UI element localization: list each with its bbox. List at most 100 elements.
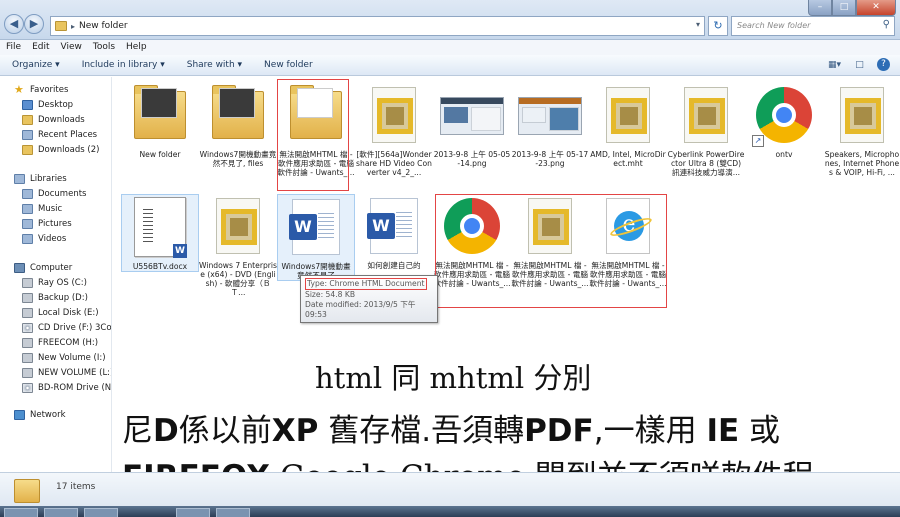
nav-label: Documents [38, 189, 87, 199]
file-item[interactable]: ↗ ontv [745, 83, 823, 159]
caption-line-2: 尼D係以前XP 舊存檔.吾須轉PDF,一樣用 IE 或 [122, 405, 780, 450]
nav-item-drive-d[interactable]: Backup (D:) [22, 291, 88, 305]
hard-drive-icon [22, 293, 33, 303]
highlight-box [435, 194, 667, 308]
file-item[interactable]: W Windows7開機動畫竟然不見了 [277, 194, 355, 281]
menu-file[interactable]: File [6, 40, 21, 55]
nav-item-documents[interactable]: Documents [22, 187, 86, 201]
search-icon[interactable]: ⚲ [883, 19, 890, 30]
forward-button[interactable]: ▶ [24, 14, 44, 34]
hard-drive-icon [22, 308, 33, 318]
file-item[interactable]: 2013-9-8 上午 05-17-23.png [511, 83, 589, 168]
nav-item-drive-i[interactable]: New Volume (I:) [22, 351, 106, 365]
caption-part: 舊存檔.吾須轉 [318, 413, 525, 449]
file-name: 如何創建自己的 [367, 261, 421, 270]
close-button[interactable]: ✕ [856, 0, 896, 16]
file-name: New folder [139, 150, 181, 159]
nav-item-drive-c[interactable]: Ray OS (C:) [22, 276, 87, 290]
address-bar[interactable]: ▸ New folder ▾ [50, 16, 705, 36]
file-item[interactable]: W U556BTv.docx [121, 194, 199, 272]
file-name: Windows 7 Enterprise (x64) - DVD (Englis… [199, 261, 277, 297]
hard-drive-icon [22, 278, 33, 288]
nav-label: NEW VOLUME (L:) [38, 368, 112, 378]
nav-item-drive-f[interactable]: CD Drive (F:) 3Conne [22, 321, 112, 335]
breadcrumb-current[interactable]: New folder [79, 21, 128, 31]
taskbar-button[interactable] [84, 508, 118, 517]
taskbar-button[interactable] [44, 508, 78, 517]
word-html-icon: W [367, 198, 418, 254]
nav-label: New Volume (I:) [38, 353, 106, 363]
file-name: Cyberlink PowerDirector Ultra 8 (雙CD) 訊連… [667, 150, 745, 177]
file-item[interactable]: Speakers, Microphones, Internet Phones &… [823, 83, 900, 177]
nav-item-pictures[interactable]: Pictures [22, 217, 72, 231]
cd-drive-icon [22, 323, 33, 333]
nav-label: Desktop [38, 100, 74, 110]
libraries-icon [14, 174, 25, 184]
back-button[interactable]: ◀ [4, 14, 24, 34]
nav-label: Ray OS (C:) [38, 278, 87, 288]
nav-item-drive-n[interactable]: BD-ROM Drive (N:) I [22, 381, 111, 395]
share-with-button[interactable]: Share with ▾ [187, 55, 242, 75]
nav-label: Local Disk (E:) [38, 308, 99, 318]
details-pane: 17 items [0, 472, 900, 506]
search-placeholder: Search New folder [737, 21, 811, 30]
folder-icon [212, 85, 264, 139]
new-folder-button[interactable]: New folder [264, 55, 313, 75]
nav-computer[interactable]: Computer [14, 261, 72, 275]
file-item[interactable]: Windows 7 Enterprise (x64) - DVD (Englis… [199, 194, 277, 297]
taskbar-button[interactable] [4, 508, 38, 517]
file-item[interactable]: 2013-9-8 上午 05-05-14.png [433, 83, 511, 168]
nav-item-videos[interactable]: Videos [22, 232, 66, 246]
nav-item-recent-places[interactable]: Recent Places [22, 128, 97, 142]
preview-pane-icon[interactable]: □ [852, 58, 867, 72]
refresh-button[interactable]: ↻ [708, 16, 728, 36]
view-options-icon[interactable]: ▦▾ [827, 58, 842, 72]
nav-item-drive-e[interactable]: Local Disk (E:) [22, 306, 99, 320]
tooltip-modified: Date modified: 2013/9/5 下午 09:53 [305, 300, 416, 319]
menu-tools[interactable]: Tools [93, 40, 115, 55]
nav-favorites[interactable]: ★ Favorites [14, 83, 68, 97]
nav-item-downloads-2[interactable]: Downloads (2) [22, 143, 99, 157]
nav-libraries[interactable]: Libraries [14, 172, 67, 186]
file-item[interactable]: [軟件][564a]Wondershare HD Video Converter… [355, 83, 433, 177]
nav-label: Network [30, 410, 66, 420]
item-count: 17 items [56, 482, 96, 492]
caption-part: 尼 [122, 413, 153, 449]
nav-item-desktop[interactable]: Desktop [22, 98, 73, 112]
nav-label: Downloads (2) [38, 145, 100, 155]
nav-label: Downloads [38, 115, 85, 125]
star-icon: ★ [14, 83, 24, 96]
maximize-button[interactable]: □ [832, 0, 856, 16]
file-item[interactable]: Windows7開機動畫竟然不見了, files [199, 83, 277, 168]
file-item[interactable]: W 如何創建自己的 [355, 194, 433, 270]
taskbar-button[interactable] [176, 508, 210, 517]
nav-network[interactable]: Network [14, 408, 66, 422]
menu-edit[interactable]: Edit [32, 40, 49, 55]
navigation-pane: ★ Favorites Desktop Downloads Recent Plac… [0, 77, 112, 472]
nav-item-music[interactable]: Music [22, 202, 62, 216]
nav-label: CD Drive (F:) 3Conne [38, 323, 112, 333]
file-item[interactable]: New folder [121, 83, 199, 159]
menu-view[interactable]: View [61, 40, 82, 55]
file-item[interactable]: AMD, Intel, MicroDirect.mht [589, 83, 667, 168]
nav-item-downloads[interactable]: Downloads [22, 113, 85, 127]
search-input[interactable]: Search New folder ⚲ [731, 16, 895, 36]
organize-button[interactable]: Organize ▾ [12, 55, 60, 75]
file-item[interactable]: Cyberlink PowerDirector Ultra 8 (雙CD) 訊連… [667, 83, 745, 177]
help-icon[interactable]: ? [877, 58, 890, 71]
file-name: 2013-9-8 上午 05-17-23.png [511, 150, 589, 168]
address-dropdown-icon[interactable]: ▾ [696, 20, 700, 29]
computer-icon [14, 263, 25, 273]
chrome-icon [756, 87, 812, 143]
breadcrumb-chevron-icon[interactable]: ▸ [71, 22, 75, 31]
mhtml-icon [372, 87, 416, 143]
minimize-button[interactable]: – [808, 0, 832, 16]
include-in-library-button[interactable]: Include in library ▾ [82, 55, 165, 75]
nav-item-drive-l[interactable]: NEW VOLUME (L:) [22, 366, 112, 380]
folder-icon [14, 479, 40, 503]
menu-help[interactable]: Help [126, 40, 147, 55]
network-icon [14, 410, 25, 420]
window-titlebar: ◀ ▶ ▸ New folder ▾ ↻ Search New folder ⚲… [0, 0, 900, 40]
nav-item-drive-h[interactable]: FREECOM (H:) [22, 336, 98, 350]
taskbar-button[interactable] [216, 508, 250, 517]
